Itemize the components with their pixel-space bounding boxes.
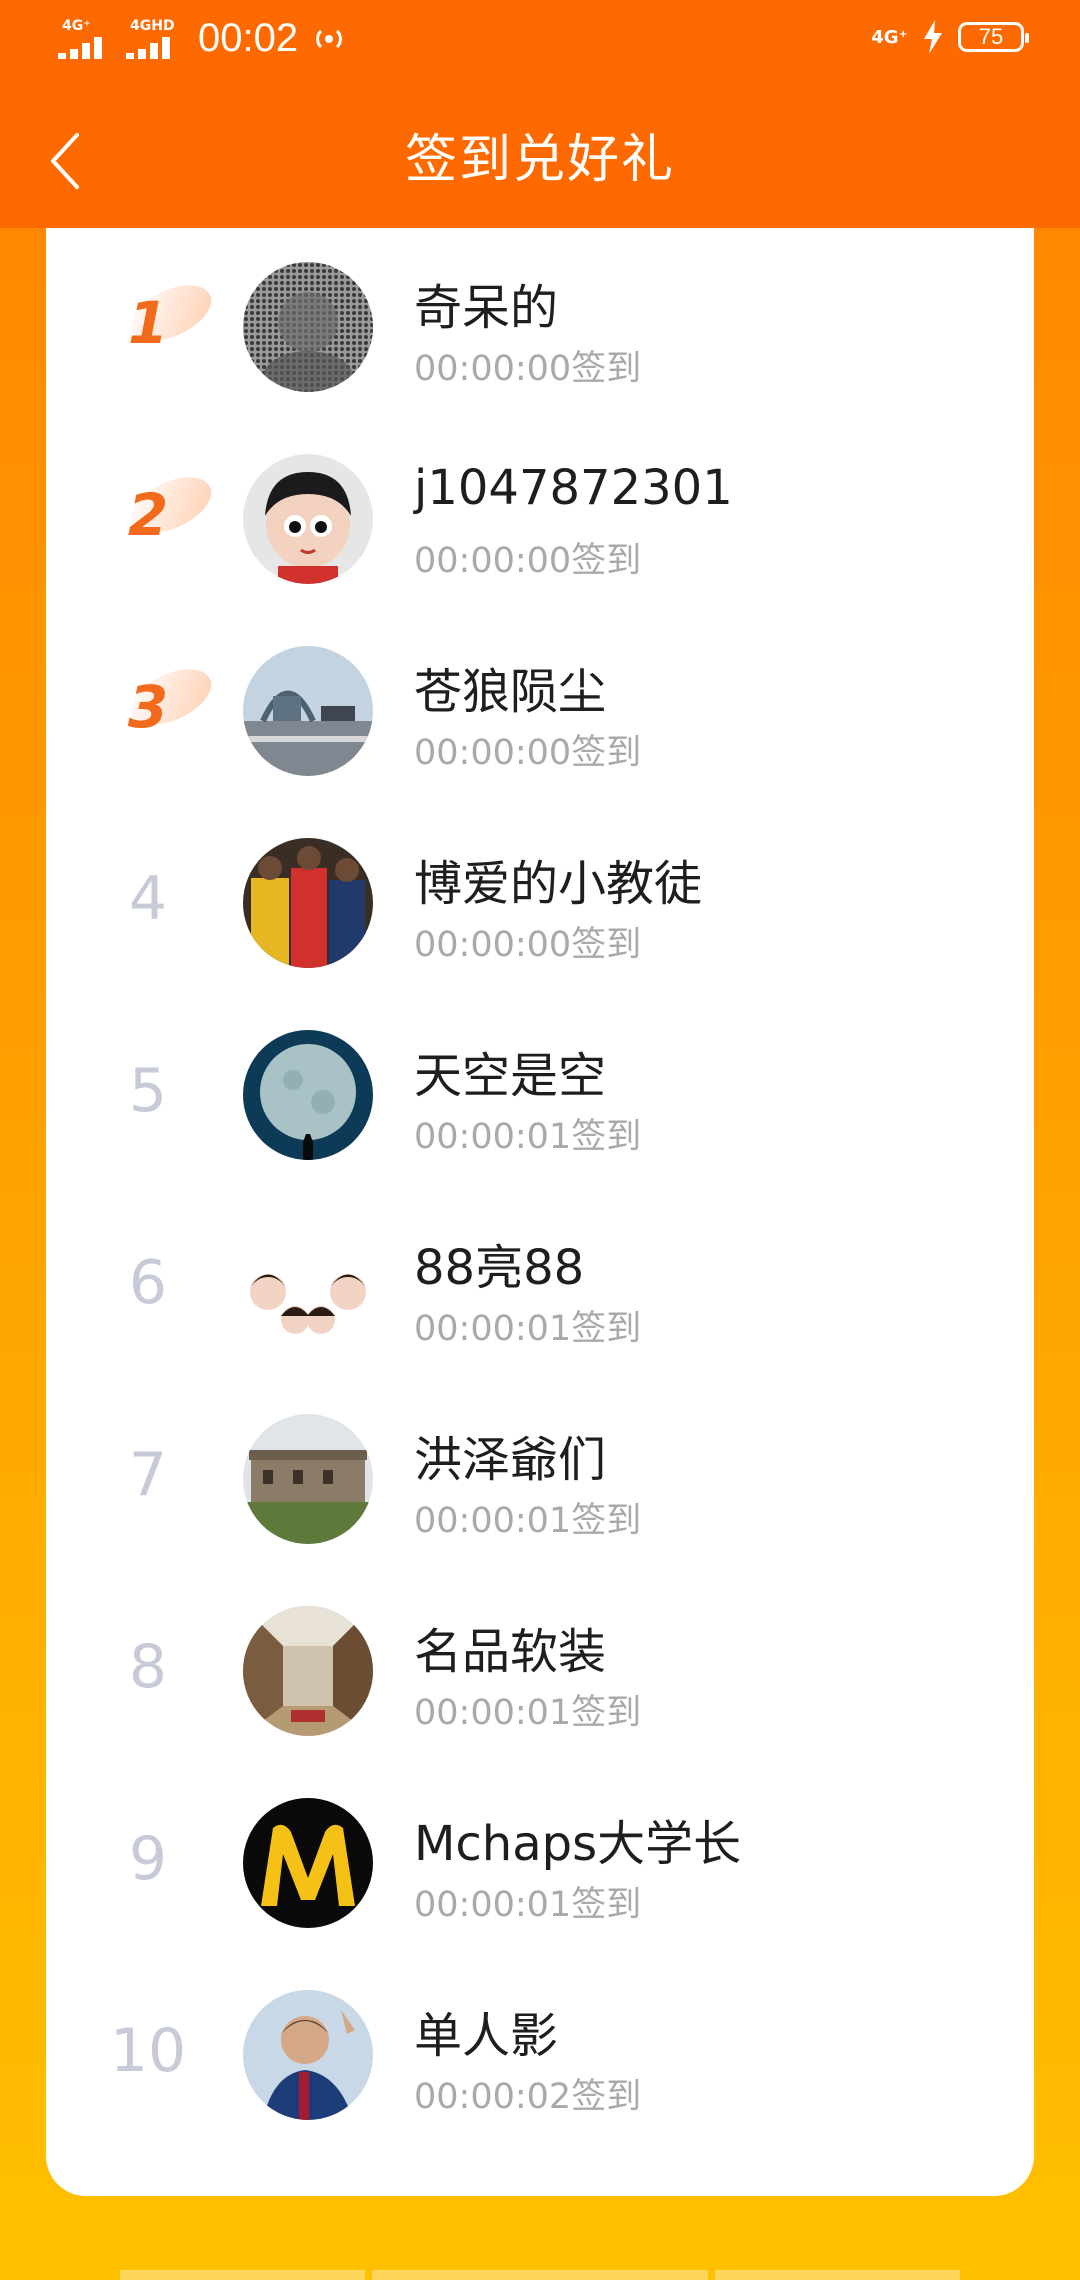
user-name: 名品软装 <box>414 1624 607 1680</box>
rank-list-item[interactable]: 2 j1047872301 00:00:00签到 <box>46 420 1034 612</box>
signal-icon: 4G⁺ <box>56 17 108 61</box>
charging-icon <box>924 20 942 54</box>
signal-icon: 4GHD <box>124 17 176 61</box>
user-name: 天空是空 <box>414 1048 607 1104</box>
bottom-tab-stubs <box>0 2256 1080 2280</box>
page-title: 签到兑好礼 <box>404 130 675 190</box>
user-avatar <box>243 646 373 776</box>
rank-list-item[interactable]: 9 Mchaps大学长 00:00:01签到 <box>46 1764 1034 1956</box>
rank-number: 4 <box>128 864 168 934</box>
battery-level: 75 <box>978 24 1004 49</box>
rank-number: 7 <box>128 1440 168 1510</box>
network-type: 4GHD <box>130 17 175 34</box>
rank-list-item[interactable]: 6 88亮88 00:00:01签到 <box>46 1188 1034 1380</box>
sign-time: 00:00:02签到 <box>414 2077 642 2117</box>
battery-icon: 75 <box>958 22 1029 52</box>
user-avatar <box>243 454 373 584</box>
rank-number: 1 <box>98 268 198 378</box>
rank-number: 2 <box>98 460 198 570</box>
sign-time: 00:00:01签到 <box>414 1885 642 1925</box>
header-bar: 签到兑好礼 <box>0 90 1080 228</box>
network-type: 4G⁺ <box>62 17 91 34</box>
rank-number: 10 <box>109 2016 187 2086</box>
status-right: 4G⁺ 75 <box>871 20 1029 54</box>
rank-list-item[interactable]: 10 单人影 00:00:02签到 <box>46 1956 1034 2148</box>
user-avatar <box>243 1606 373 1736</box>
rank-number: 6 <box>128 1248 168 1318</box>
user-avatar <box>243 1798 373 1928</box>
rank-number: 3 <box>98 652 198 762</box>
rank-list-item[interactable]: 5 天空是空 00:00:01签到 <box>46 996 1034 1188</box>
rank-list-item[interactable]: 3 苍狼陨尘 00:00:00签到 <box>46 612 1034 804</box>
user-avatar <box>243 1990 373 2120</box>
sign-time: 00:00:00签到 <box>414 925 642 965</box>
rank-number: 9 <box>128 1824 168 1894</box>
user-name: 单人影 <box>414 2008 559 2064</box>
rank-number: 5 <box>128 1056 168 1126</box>
status-bar: 4G⁺ 4GHD 00:02 4G⁺ 75 <box>0 0 1080 90</box>
hotspot-icon <box>316 29 342 48</box>
user-name: j1047872301 <box>414 460 733 516</box>
user-name: 苍狼陨尘 <box>414 664 607 720</box>
user-avatar <box>243 1222 373 1352</box>
user-avatar <box>243 1030 373 1160</box>
status-left: 4G⁺ 4GHD 00:02 <box>56 16 346 61</box>
sign-time: 00:00:00签到 <box>414 733 642 773</box>
rank-list-item[interactable]: 1 奇呆的 00:00:00签到 <box>46 228 1034 420</box>
sign-time: 00:00:00签到 <box>414 541 642 581</box>
user-avatar <box>243 1414 373 1544</box>
user-name: 奇呆的 <box>414 280 559 336</box>
ranking-card: 1 奇呆的 00:00:00签到 2 j1047872301 00:00:00签… <box>46 228 1034 2196</box>
sign-time: 00:00:00签到 <box>414 349 642 389</box>
network-type-right: 4G⁺ <box>871 26 908 48</box>
user-avatar <box>243 838 373 968</box>
user-avatar <box>243 262 373 392</box>
user-name: 博爱的小教徒 <box>414 856 703 912</box>
sign-time: 00:00:01签到 <box>414 1309 642 1349</box>
rank-number: 8 <box>128 1632 168 1702</box>
rank-list-item[interactable]: 4 博爱的小教徒 00:00:00签到 <box>46 804 1034 996</box>
sign-time: 00:00:01签到 <box>414 1117 642 1157</box>
user-name: Mchaps大学长 <box>414 1816 742 1872</box>
sign-time: 00:00:01签到 <box>414 1693 642 1733</box>
user-name: 洪泽爺们 <box>414 1432 607 1488</box>
rank-list-item[interactable]: 8 名品软装 00:00:01签到 <box>46 1572 1034 1764</box>
status-time: 00:02 <box>198 16 299 60</box>
user-name: 88亮88 <box>414 1240 585 1296</box>
sign-time: 00:00:01签到 <box>414 1501 642 1541</box>
rank-list-item[interactable]: 7 洪泽爺们 00:00:01签到 <box>46 1380 1034 1572</box>
